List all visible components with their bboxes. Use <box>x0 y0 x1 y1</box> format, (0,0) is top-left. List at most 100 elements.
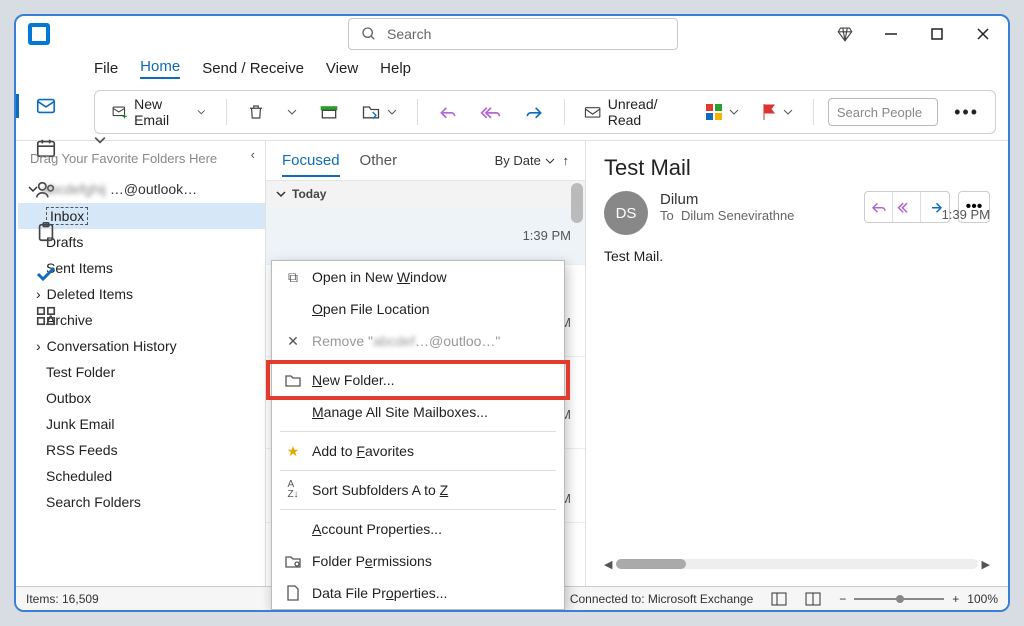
ctx-remove: ✕Remove "abcdef…@outloo…" <box>272 325 564 357</box>
folder-rss[interactable]: RSS Feeds <box>18 437 265 463</box>
reply-all-button[interactable] <box>893 192 921 222</box>
titlebar: Search <box>16 16 1008 52</box>
ribbon-area: New Email Unread/ Read Search People ••• <box>16 84 1008 140</box>
group-today[interactable]: Today <box>266 181 585 207</box>
reply-icon <box>438 104 458 120</box>
mail-subject: Test Mail <box>604 155 990 181</box>
sort-az-icon: AZ↓ <box>284 480 302 500</box>
star-icon: ★ <box>284 443 302 460</box>
reply-all-button[interactable] <box>474 100 508 124</box>
folder-icon <box>284 373 302 387</box>
message-item[interactable]: 1:39 PM <box>266 207 585 265</box>
sort-by-date[interactable]: By Date ↑ <box>495 153 569 168</box>
ctx-folder-permissions[interactable]: Folder Permissions <box>272 545 564 577</box>
separator <box>564 99 565 125</box>
categorize-button[interactable] <box>699 99 745 125</box>
chevron-down-icon <box>276 189 286 199</box>
rail-todo-icon[interactable] <box>34 262 58 286</box>
tab-focused[interactable]: Focused <box>282 152 340 177</box>
separator <box>417 99 418 125</box>
trash-icon <box>247 103 265 121</box>
ctx-open-file-location[interactable]: OOpen File Locationpen File Location <box>272 293 564 325</box>
scroll-right-icon[interactable]: ▶ <box>982 558 990 571</box>
folder-search-folders[interactable]: Search Folders <box>18 489 265 515</box>
menubar: File Home Send / Receive View Help <box>16 52 1008 84</box>
maximize-button[interactable] <box>928 25 946 43</box>
menu-send-receive[interactable]: Send / Receive <box>202 60 304 77</box>
sender-name: Dilum <box>660 191 852 208</box>
chevron-down-icon <box>783 107 793 117</box>
search-people-input[interactable]: Search People <box>828 98 938 126</box>
ribbon: New Email Unread/ Read Search People ••• <box>94 90 996 134</box>
scrollbar-thumb[interactable] <box>571 183 583 223</box>
archive-icon <box>319 104 339 120</box>
forward-button[interactable] <box>518 100 550 124</box>
rail-tasks-icon[interactable] <box>34 220 58 244</box>
mail-body: Test Mail. <box>604 248 990 264</box>
reply-button[interactable] <box>865 192 893 222</box>
menu-file[interactable]: File <box>94 60 118 77</box>
premium-icon[interactable] <box>836 25 854 43</box>
context-menu: ⧉Open in New Window OOpen File Locationp… <box>271 260 565 610</box>
to-line: To Dilum Senevirathne <box>660 208 852 223</box>
move-button[interactable] <box>355 99 403 125</box>
ribbon-more-button[interactable]: ••• <box>948 98 985 127</box>
ctx-sort-subfolders[interactable]: AZ↓Sort Subfolders A to Z <box>272 474 564 506</box>
flag-icon <box>761 103 777 121</box>
search-placeholder: Search <box>387 26 431 42</box>
chevron-down-icon <box>729 107 739 117</box>
ctx-add-favorites[interactable]: ★Add to Favorites <box>272 435 564 467</box>
avatar: DS <box>604 191 648 235</box>
tab-other[interactable]: Other <box>360 152 398 169</box>
menu-view[interactable]: View <box>326 60 358 77</box>
folder-junk[interactable]: Junk Email <box>18 411 265 437</box>
scrollbar-thumb[interactable] <box>616 559 686 569</box>
menu-help[interactable]: Help <box>380 60 411 77</box>
flag-button[interactable] <box>755 99 799 125</box>
zoom-control[interactable]: − + 100% <box>839 592 998 606</box>
ctx-new-folder[interactable]: New Folder... <box>272 364 564 396</box>
horizontal-scrollbar[interactable]: ◀ ▶ <box>604 556 990 572</box>
menu-home[interactable]: Home <box>140 58 180 79</box>
separator <box>280 360 556 361</box>
ctx-account-properties[interactable]: Account Properties... <box>272 513 564 545</box>
move-icon <box>361 103 381 121</box>
categories-icon <box>705 103 723 121</box>
reply-button[interactable] <box>432 100 464 124</box>
delete-button[interactable] <box>241 99 271 125</box>
folder-conversation-history[interactable]: ›Conversation History <box>18 333 265 359</box>
view-reading-icon[interactable] <box>805 592 821 606</box>
ctx-manage-mailboxes[interactable]: Manage All Site Mailboxes... <box>272 396 564 428</box>
folder-outbox[interactable]: Outbox <box>18 385 265 411</box>
delete-more[interactable] <box>281 103 303 121</box>
unread-read-button[interactable]: Unread/ Read <box>578 92 689 132</box>
minimize-button[interactable] <box>882 25 900 43</box>
mail-plus-icon <box>111 103 128 121</box>
archive-button[interactable] <box>313 100 345 124</box>
folder-scheduled[interactable]: Scheduled <box>18 463 265 489</box>
permissions-icon <box>284 554 302 568</box>
view-normal-icon[interactable] <box>771 592 787 606</box>
collapse-pane-icon[interactable]: ‹ <box>251 147 255 162</box>
zoom-in-icon[interactable]: + <box>952 592 959 606</box>
ctx-open-new-window[interactable]: ⧉Open in New Window <box>272 261 564 293</box>
chevron-down-icon <box>287 107 297 117</box>
new-email-button[interactable]: New Email <box>105 92 212 132</box>
favorites-drop-hint: Drag Your Favorite Folders Here ‹ <box>18 141 265 175</box>
folder-test[interactable]: Test Folder <box>18 359 265 385</box>
zoom-slider[interactable] <box>854 598 944 600</box>
search-input[interactable]: Search <box>348 18 678 50</box>
ctx-data-file-properties[interactable]: Data File Properties... <box>272 577 564 609</box>
reply-icon <box>870 200 888 214</box>
zoom-out-icon[interactable]: − <box>839 592 846 606</box>
separator <box>226 99 227 125</box>
close-button[interactable] <box>974 25 992 43</box>
separator <box>813 99 814 125</box>
rail-more-icon[interactable] <box>34 304 58 328</box>
search-icon <box>361 26 377 42</box>
scroll-left-icon[interactable]: ◀ <box>604 558 612 571</box>
chevron-down-icon <box>197 107 206 117</box>
mail-time: 1:39 PM <box>942 207 990 222</box>
list-tabs: Focused Other By Date ↑ <box>266 141 585 181</box>
mail-header: DS Dilum To Dilum Senevirathne ••• <box>604 191 990 235</box>
